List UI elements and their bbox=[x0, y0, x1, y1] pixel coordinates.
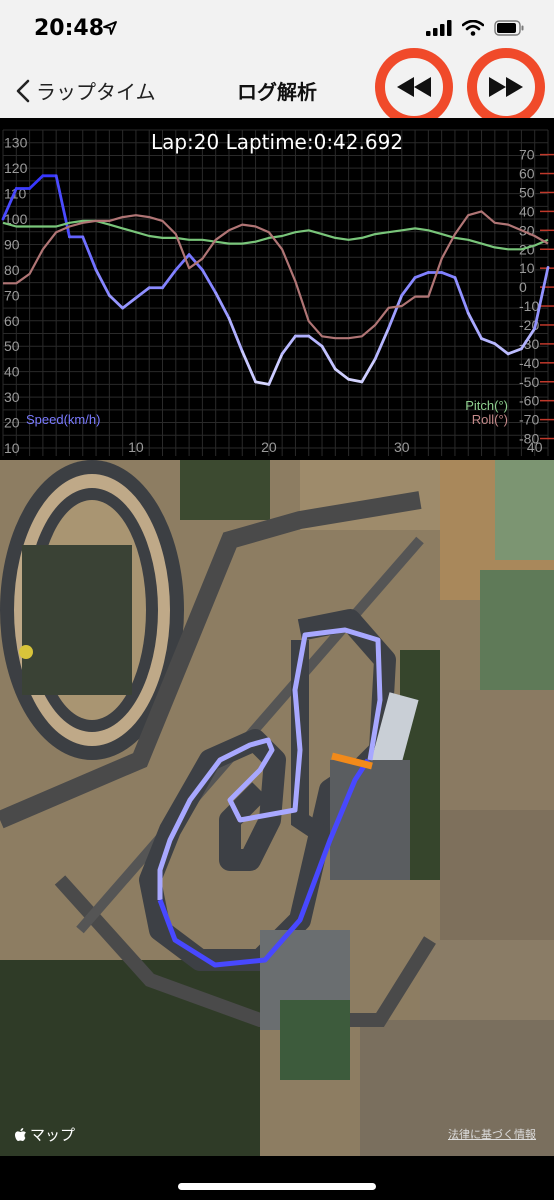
cellular-signal-icon bbox=[426, 20, 452, 36]
status-time: 20:48 bbox=[34, 16, 105, 41]
left-axis-tick-label: 50 bbox=[4, 338, 20, 354]
left-axis-tick-label: 20 bbox=[4, 415, 20, 431]
speed-series-line bbox=[347, 377, 364, 384]
x-axis-tick-label: 10 bbox=[128, 439, 144, 455]
left-axis-tick-label: 80 bbox=[4, 262, 20, 278]
x-axis-tick-label: 20 bbox=[261, 439, 277, 455]
speed-series-line bbox=[134, 286, 151, 300]
previous-lap-button[interactable] bbox=[375, 48, 453, 126]
speed-series-line bbox=[161, 268, 178, 290]
right-axis-tick-label: 40 bbox=[519, 203, 535, 219]
speed-series-line bbox=[280, 334, 297, 356]
left-axis-tick-label: 10 bbox=[4, 440, 20, 456]
legend-roll: Roll(°) bbox=[472, 412, 508, 427]
right-axis-tick-label: 50 bbox=[519, 184, 535, 200]
rewind-icon bbox=[397, 77, 431, 97]
speed-series-line bbox=[333, 367, 351, 381]
speed-series-line bbox=[121, 296, 138, 310]
legend-pitch: Pitch(°) bbox=[465, 398, 508, 413]
right-axis-tick-label: -60 bbox=[519, 393, 539, 409]
right-axis-tick-label: -70 bbox=[519, 412, 539, 428]
speed-series-line bbox=[307, 334, 324, 348]
log-chart: 1020304050607080901001101201307060504030… bbox=[0, 118, 554, 460]
speed-series-line bbox=[320, 344, 337, 371]
left-axis-tick-label: 90 bbox=[4, 236, 20, 252]
maps-logo-text: マップ bbox=[30, 1126, 76, 1144]
right-axis-tick-label: -40 bbox=[519, 355, 539, 371]
right-axis-tick-label: -10 bbox=[519, 298, 539, 314]
speed-series-line bbox=[387, 293, 404, 330]
speed-series-line bbox=[480, 337, 497, 346]
legal-info-link[interactable]: 法律に基づく情報 bbox=[448, 1126, 536, 1142]
legend-speed: Speed(km/h) bbox=[26, 412, 100, 427]
speed-series-line bbox=[400, 276, 417, 297]
speed-series-line bbox=[493, 342, 510, 356]
battery-icon bbox=[494, 20, 524, 36]
left-axis-tick-label: 60 bbox=[4, 313, 20, 329]
speed-series-line bbox=[28, 174, 45, 190]
speed-series-line bbox=[214, 291, 231, 320]
speed-series-line bbox=[466, 311, 483, 341]
speed-series-line bbox=[267, 352, 284, 386]
left-axis-tick-label: 70 bbox=[4, 287, 20, 303]
log-chart-svg: 1020304050607080901001101201307060504030… bbox=[1, 129, 554, 456]
fast-forward-icon bbox=[489, 77, 523, 97]
roll-series-line bbox=[3, 210, 549, 340]
speed-series-line bbox=[107, 293, 125, 310]
speed-series-line bbox=[440, 271, 457, 279]
status-bar: 20:48 bbox=[0, 0, 554, 60]
speed-series-line bbox=[373, 327, 390, 361]
chevron-left-icon bbox=[16, 79, 30, 102]
left-axis-tick-label: 30 bbox=[4, 389, 20, 405]
right-axis-tick-label: 60 bbox=[519, 166, 535, 182]
satellite-map-image bbox=[0, 460, 554, 1156]
speed-series-line bbox=[240, 349, 257, 384]
back-button[interactable]: ラップタイム bbox=[16, 76, 156, 105]
x-axis-tick-label: 40 bbox=[527, 439, 543, 455]
right-axis-tick-label: 10 bbox=[519, 260, 535, 276]
apple-maps-logo: マップ bbox=[14, 1124, 75, 1145]
home-indicator-area bbox=[0, 1156, 554, 1200]
speed-series-line bbox=[413, 271, 430, 279]
wifi-icon bbox=[462, 20, 484, 36]
back-button-label: ラップタイム bbox=[36, 80, 156, 104]
track-map[interactable] bbox=[0, 460, 554, 1156]
right-axis-tick-label: -50 bbox=[519, 374, 539, 390]
apple-logo-icon bbox=[15, 1127, 26, 1141]
speed-series-line bbox=[360, 357, 377, 384]
lap-title: Lap:20 Laptime:0:42.692 bbox=[150, 130, 404, 154]
location-arrow-icon bbox=[103, 21, 117, 35]
x-axis-tick-label: 30 bbox=[394, 439, 410, 455]
left-axis-tick-label: 40 bbox=[4, 364, 20, 380]
left-axis-tick-label: 120 bbox=[4, 160, 28, 176]
right-axis-tick-label: 0 bbox=[519, 279, 527, 295]
next-lap-button[interactable] bbox=[467, 48, 545, 126]
home-indicator[interactable] bbox=[178, 1183, 376, 1190]
speed-series-line bbox=[200, 268, 218, 295]
speed-series-line bbox=[81, 235, 98, 272]
